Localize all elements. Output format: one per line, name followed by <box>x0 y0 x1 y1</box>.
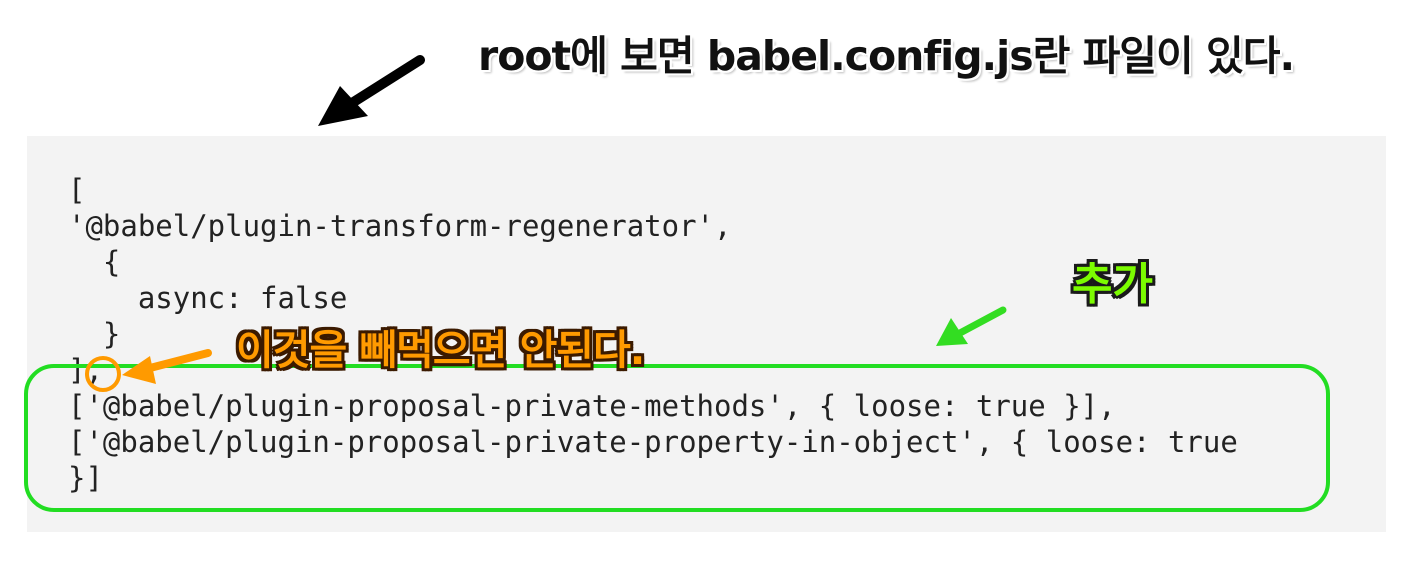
screenshot-stage: ['@babel/plugin-transform-regenerator', … <box>0 0 1406 572</box>
annotation-arrows <box>122 55 1007 384</box>
green-arrow-icon <box>936 306 1007 346</box>
add-label: 추가 <box>1072 259 1153 310</box>
page-title: root에 보면 babel.config.js란 파일이 있다. <box>478 32 1295 80</box>
warning-label: 이것을 빼먹으면 안된다. <box>236 326 645 374</box>
orange-arrow-icon <box>122 349 212 384</box>
black-arrow-icon <box>318 55 425 126</box>
